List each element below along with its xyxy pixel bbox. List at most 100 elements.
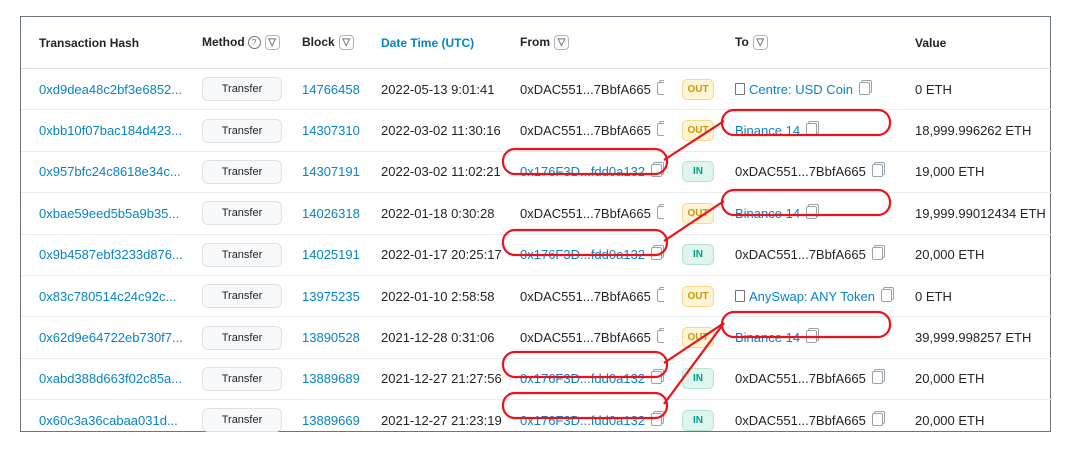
block-link[interactable]: 13889689 [284, 358, 363, 401]
method-badge: Transfer [202, 366, 282, 391]
copy-icon[interactable] [806, 330, 818, 344]
table-row: 0x83c780514c24c92c... Transfer 13975235 202… [21, 275, 1052, 318]
copy-icon[interactable] [656, 81, 664, 95]
table-row: 0x9b4587ebf3233d876... Transfer 14025191 20… [21, 234, 1052, 276]
tx-hash-link[interactable]: 0xbb10f07bac184d423... [21, 109, 184, 152]
tx-hash-link[interactable]: 0xd9dea48c2bf3e6852... [21, 68, 184, 111]
tx-hash-link[interactable]: 0x9b4587ebf3233d876... [21, 234, 184, 276]
method-badge: Transfer [202, 118, 282, 143]
to-address[interactable]: Binance 14 [717, 109, 897, 152]
col-header-datetime[interactable]: Date Time (UTC) [363, 17, 502, 69]
from-address: 0xDAC551...7BbfA665 [502, 192, 664, 235]
method-badge: Transfer [202, 408, 282, 433]
filter-icon[interactable]: ▽ [752, 35, 768, 51]
copy-icon[interactable] [806, 205, 818, 219]
value-cell: 20,000 ETH [897, 358, 1052, 401]
to-address: 0xDAC551...7BbfA665 [717, 151, 897, 194]
contract-document-icon [735, 289, 745, 302]
direction-cell: IN [664, 358, 717, 401]
method-cell: Transfer [184, 151, 284, 194]
to-address: 0xDAC551...7BbfA665 [717, 234, 897, 276]
table-row: 0xbae59eed5b5a9b35... Transfer 14026318 202… [21, 192, 1052, 235]
copy-icon[interactable] [656, 123, 664, 137]
block-link[interactable]: 13890528 [284, 316, 363, 359]
from-address[interactable]: 0x176F3D...fdd0a132 [502, 151, 664, 194]
col-header-block: Block ▽ [284, 17, 363, 69]
tx-hash-link[interactable]: 0x83c780514c24c92c... [21, 275, 184, 318]
method-cell: Transfer [184, 316, 284, 359]
direction-badge: IN [682, 409, 714, 431]
copy-icon[interactable] [859, 81, 871, 95]
copy-icon[interactable] [651, 164, 663, 178]
block-link[interactable]: 14026318 [284, 192, 363, 235]
tx-hash-link[interactable]: 0xbae59eed5b5a9b35... [21, 192, 184, 235]
col-header-hash: Transaction Hash [21, 17, 184, 69]
value-cell: 39,999.998257 ETH [897, 316, 1052, 359]
table-row: 0x60c3a36cabaa031d... Transfer 13889669 202… [21, 400, 1052, 441]
from-address[interactable]: 0x176F3D...fdd0a132 [502, 358, 664, 401]
datetime-cell: 2021-12-27 21:23:19 [381, 412, 502, 428]
block-link[interactable]: 14766458 [284, 68, 363, 111]
direction-cell: OUT [664, 68, 717, 111]
direction-badge: OUT [682, 120, 714, 142]
to-address: 0xDAC551...7BbfA665 [717, 358, 897, 401]
direction-cell: OUT [664, 192, 717, 235]
block-link[interactable]: 14025191 [284, 234, 363, 276]
from-address[interactable]: 0x176F3D...fdd0a132 [502, 234, 664, 276]
value-cell: 20,000 ETH [915, 412, 985, 428]
direction-badge: OUT [682, 202, 714, 224]
copy-icon[interactable] [871, 412, 883, 426]
copy-icon[interactable] [656, 330, 664, 344]
from-address[interactable]: 0x176F3D...fdd0a132 [502, 400, 664, 441]
copy-icon[interactable] [656, 288, 664, 302]
table-row: 0x62d9e64722eb730f7... Transfer 13890528 20… [21, 316, 1052, 359]
col-header-value: Value [897, 17, 1052, 69]
to-address[interactable]: Centre: USD Coin [717, 68, 897, 111]
direction-cell: OUT [664, 275, 717, 318]
table-header-row: Transaction Hash Method? ▽ Block ▽ Date Ti… [21, 17, 1052, 69]
direction-badge: IN [682, 244, 714, 266]
from-address: 0xDAC551...7BbfA665 [502, 109, 664, 152]
datetime-cell: 2022-01-18 0:30:28 [363, 192, 502, 235]
to-address[interactable]: Binance 14 [717, 192, 897, 235]
to-address[interactable]: AnySwap: ANY Token [717, 275, 897, 318]
value-cell: 19,999.99012434 ETH [897, 192, 1052, 235]
copy-icon[interactable] [881, 288, 892, 302]
block-link[interactable]: 13889669 [284, 400, 363, 441]
tx-hash-link[interactable]: 0x62d9e64722eb730f7... [21, 316, 184, 359]
method-cell: Transfer [184, 358, 284, 401]
tx-hash-link[interactable]: 0x957bfc24c8618e34c... [21, 151, 184, 194]
tx-hash-link[interactable]: 0x60c3a36cabaa031d... [21, 400, 184, 441]
copy-icon[interactable] [656, 205, 664, 219]
copy-icon[interactable] [806, 123, 818, 137]
copy-icon[interactable] [871, 164, 883, 178]
col-header-from: From ▽ [502, 17, 664, 69]
copy-icon[interactable] [871, 247, 883, 261]
filter-icon[interactable]: ▽ [264, 35, 280, 51]
copy-icon[interactable] [651, 247, 663, 261]
block-link[interactable]: 14307310 [284, 109, 363, 152]
method-badge: Transfer [202, 284, 282, 309]
direction-badge: IN [682, 368, 714, 390]
copy-icon[interactable] [651, 412, 663, 426]
direction-badge: OUT [682, 78, 714, 100]
table-row: 0x957bfc24c8618e34c... Transfer 14307191 20… [21, 151, 1052, 194]
value-cell: 19,000 ETH [897, 151, 1052, 194]
to-address[interactable]: Binance 14 [717, 316, 897, 359]
block-link[interactable]: 14307191 [284, 151, 363, 194]
col-header-direction [664, 17, 717, 69]
filter-icon[interactable]: ▽ [554, 35, 569, 51]
contract-document-icon [735, 82, 745, 95]
block-link[interactable]: 13975235 [284, 275, 363, 318]
filter-icon[interactable]: ▽ [338, 35, 354, 51]
method-badge: Transfer [202, 242, 282, 267]
col-header-method: Method? ▽ [184, 17, 284, 69]
col-header-to: To ▽ [717, 17, 897, 69]
question-circle-icon[interactable]: ? [247, 36, 261, 50]
direction-cell: IN [664, 151, 717, 194]
transactions-panel: Transaction Hash Method? ▽ Block ▽ Date Ti… [20, 16, 1052, 433]
copy-icon[interactable] [651, 371, 663, 385]
tx-hash-link[interactable]: 0xabd388d663f02c85a... [21, 358, 184, 401]
table-row: 0xbb10f07bac184d423... Transfer 14307310 20… [21, 109, 1052, 152]
copy-icon[interactable] [871, 371, 883, 385]
